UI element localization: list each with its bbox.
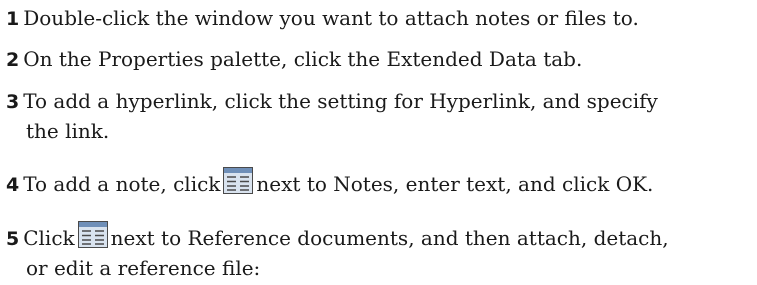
step-number: 2 <box>6 49 20 71</box>
step-1: 1 Double-click the window you want to att… <box>6 4 751 34</box>
browse-button-icon[interactable] <box>223 167 254 194</box>
step-number: 4 <box>6 174 20 196</box>
step-text-continued: or edit a reference file: <box>26 256 261 280</box>
step-text: On the Properties palette, click the Ext… <box>23 47 583 71</box>
step-text: next to Notes, enter text, and click OK. <box>256 172 654 196</box>
browse-button-icon[interactable] <box>77 221 108 248</box>
step-number: 5 <box>6 228 20 250</box>
step-4: 4 To add a note, click next to Notes, ent… <box>6 167 751 200</box>
step-2: 2 On the Properties palette, click the Ex… <box>6 45 751 75</box>
step-text-continued: the link. <box>26 119 110 143</box>
step-text: To add a hyperlink, click the setting fo… <box>23 89 658 113</box>
step-text: To add a note, click <box>23 172 221 196</box>
step-3: 3 To add a hyperlink, click the setting f… <box>6 87 751 146</box>
step-text: Click <box>23 226 75 250</box>
step-number: 3 <box>6 91 20 113</box>
step-text: next to Reference documents, and then at… <box>110 226 669 250</box>
step-text: Double-click the window you want to atta… <box>23 6 639 30</box>
step-number: 1 <box>6 8 20 30</box>
step-5: 5 Click next to Reference documents, and … <box>6 221 751 283</box>
